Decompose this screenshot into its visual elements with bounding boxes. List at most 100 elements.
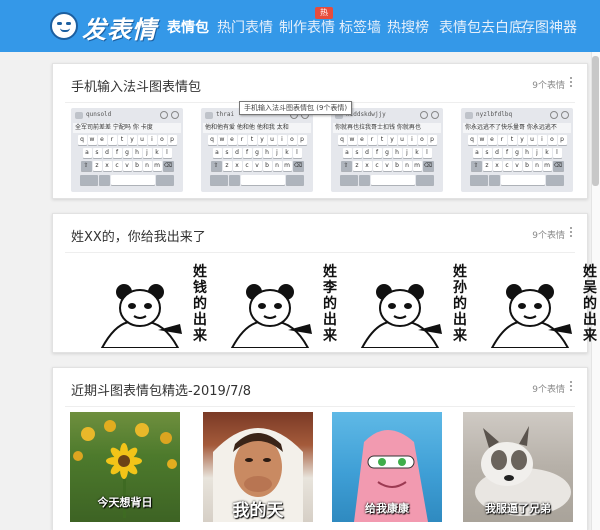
meme-image-keyboard[interactable]: thrai 他和他有爱 他和他 他和我 太和 q w e r t y u i o p a s d f g h j k l… bbox=[201, 108, 313, 192]
globe-icon bbox=[489, 175, 500, 185]
plus-icon bbox=[561, 111, 569, 119]
kb-key: v bbox=[122, 161, 132, 171]
kb-key: f bbox=[502, 148, 512, 158]
kb-key: g bbox=[252, 148, 262, 158]
kb-key: t bbox=[247, 135, 257, 145]
nav-item-emoji-packs[interactable]: 表情包 bbox=[167, 17, 209, 37]
meme-image-panda[interactable]: 姓孙的出来 bbox=[358, 258, 470, 348]
kb-symbol-key bbox=[340, 175, 358, 185]
meme-image-panda[interactable]: 姓吴的出来 bbox=[488, 258, 600, 348]
kb-key-row: ⇧ z x c v b n m ⌫ bbox=[204, 161, 310, 171]
kb-key: x bbox=[232, 161, 242, 171]
kb-key-row bbox=[204, 175, 310, 185]
kb-space-key bbox=[501, 175, 545, 185]
nav-item-hot[interactable]: 热门表情 bbox=[217, 17, 273, 37]
kb-key: w bbox=[477, 135, 487, 145]
pack-card[interactable]: 手机输入法斗图表情包 9个表情 qunsold 全军司前差差 宁配吗 你 卡度 q w… bbox=[52, 63, 588, 199]
kb-key: p bbox=[297, 135, 307, 145]
kb-key-row: asdfghjkl bbox=[74, 148, 180, 158]
meme-image-keyboard[interactable]: nyzlbfdlbq 你永远逃不了快乐量哥 你永远逃不 q w e r t y u i o p a s d f… bbox=[461, 108, 573, 192]
kb-key: i bbox=[277, 135, 287, 145]
pack-title[interactable]: 手机输入法斗图表情包 bbox=[71, 76, 201, 95]
kb-key: x bbox=[492, 161, 502, 171]
kb-candidates: 他和他有爱 他和他 他和我 太和 bbox=[203, 123, 311, 133]
kb-enter-key bbox=[416, 175, 434, 185]
kb-key: i bbox=[407, 135, 417, 145]
kb-key: d bbox=[492, 148, 502, 158]
more-vertical-icon[interactable] bbox=[569, 227, 573, 239]
kb-key: h bbox=[392, 148, 402, 158]
pack-card[interactable]: 姓XX的，你给我出来了 9个表情 姓钱的出来 姓李的出来 姓孙的出来 姓吴的出来 bbox=[52, 213, 597, 353]
kb-key: z bbox=[352, 161, 362, 171]
kb-key: i bbox=[537, 135, 547, 145]
meme-image-panda[interactable]: 姓李的出来 bbox=[228, 258, 340, 348]
kb-enter-key bbox=[156, 175, 174, 185]
pack-count: 9个表情 bbox=[532, 385, 565, 395]
more-vertical-icon[interactable] bbox=[569, 77, 573, 89]
kb-key: z bbox=[222, 161, 232, 171]
emoji-icon bbox=[420, 111, 428, 119]
meme-image-woman[interactable]: 我的天 bbox=[203, 412, 313, 522]
kb-key-row: asdfghjkl bbox=[464, 148, 570, 158]
kb-key: a bbox=[212, 148, 222, 158]
kb-key: s bbox=[222, 148, 232, 158]
kb-key: k bbox=[282, 148, 292, 158]
nav-item-make[interactable]: 制作表情 bbox=[279, 17, 335, 37]
kb-key: m bbox=[152, 161, 162, 171]
globe-icon bbox=[359, 175, 370, 185]
pack-title[interactable]: 近期斗图表情包精选-2019/7/8 bbox=[71, 380, 251, 399]
kb-key-row: qwertyuiop bbox=[204, 135, 310, 145]
kb-key-row: asdfghjkl bbox=[204, 148, 310, 158]
pack-title[interactable]: 姓XX的，你给我出来了 bbox=[71, 226, 206, 245]
nav-item-tag-wall[interactable]: 标签墙 bbox=[339, 17, 381, 37]
kb-topbar: nyzlbfdlbq bbox=[465, 111, 569, 120]
meme-image-panda[interactable]: 姓钱的出来 bbox=[98, 258, 210, 348]
kb-key: c bbox=[112, 161, 122, 171]
meme-caption: 给我康康 bbox=[365, 502, 409, 515]
backspace-icon: ⌫ bbox=[162, 161, 174, 171]
scrollbar-thumb[interactable] bbox=[592, 56, 599, 186]
shift-icon: ⇧ bbox=[470, 161, 482, 171]
kb-key: b bbox=[522, 161, 532, 171]
kb-key: g bbox=[512, 148, 522, 158]
kb-key: p bbox=[167, 135, 177, 145]
meme-image-sunflower[interactable]: 今天想背日 bbox=[70, 412, 180, 522]
meme-caption: 姓吴的出来 bbox=[583, 264, 597, 344]
kb-typed-text: nyzlbfdlbq bbox=[476, 111, 513, 118]
kb-symbol-key bbox=[470, 175, 488, 185]
meme-image-keyboard[interactable]: qunsold 全军司前差差 宁配吗 你 卡度 q w e r t y u i o p a s d f g h j k… bbox=[71, 108, 183, 192]
kb-key: m bbox=[412, 161, 422, 171]
kb-key: r bbox=[237, 135, 247, 145]
kb-key: c bbox=[372, 161, 382, 171]
site-logo[interactable]: 发表情 bbox=[46, 8, 166, 44]
kb-key: n bbox=[402, 161, 412, 171]
meme-image-keyboard[interactable]: niddskdwjjy 你就再也拉我哥士扣钱 你就再也 q w e r t y u i o p a s d f… bbox=[331, 108, 443, 192]
kb-key: i bbox=[147, 135, 157, 145]
nav-item-save-tool[interactable]: 存图神器 bbox=[521, 17, 577, 37]
kb-key: t bbox=[507, 135, 517, 145]
nav-item-trending[interactable]: 热搜榜 bbox=[387, 17, 429, 37]
kb-key: n bbox=[532, 161, 542, 171]
kb-key-row: asdfghjkl bbox=[334, 148, 440, 158]
pack-card[interactable]: 近期斗图表情包精选-2019/7/8 9个表情 今天想背日 我的天 给我康康 我… bbox=[52, 367, 588, 530]
kb-key: a bbox=[82, 148, 92, 158]
kb-key: q bbox=[337, 135, 347, 145]
kb-key: j bbox=[272, 148, 282, 158]
nav-item-remove-bg[interactable]: 表情包去白底 bbox=[439, 17, 523, 37]
kb-key: o bbox=[547, 135, 557, 145]
plus-icon bbox=[431, 111, 439, 119]
shift-icon: ⇧ bbox=[340, 161, 352, 171]
kb-key: f bbox=[242, 148, 252, 158]
kb-key: e bbox=[97, 135, 107, 145]
more-vertical-icon[interactable] bbox=[569, 381, 573, 393]
kb-key: w bbox=[347, 135, 357, 145]
meme-image-patrick[interactable]: 给我康康 bbox=[332, 412, 442, 522]
meme-image-dog[interactable]: 我服逼了兄弟 bbox=[463, 412, 573, 522]
meme-caption: 姓孙的出来 bbox=[453, 264, 467, 344]
meme-caption: 我服逼了兄弟 bbox=[485, 502, 551, 515]
globe-icon bbox=[99, 175, 110, 185]
kb-key: y bbox=[257, 135, 267, 145]
kb-key: c bbox=[242, 161, 252, 171]
kb-key-row: qwertyuiop bbox=[74, 135, 180, 145]
kb-key: d bbox=[232, 148, 242, 158]
